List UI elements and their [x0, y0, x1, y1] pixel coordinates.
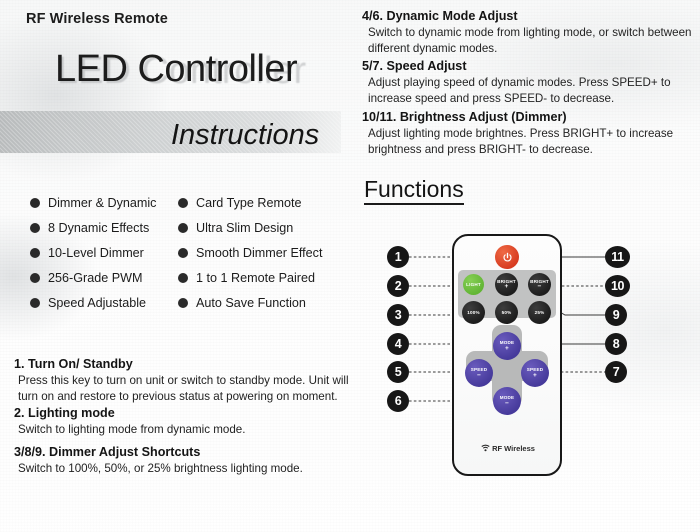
instruction-section-4: 4/6. Dynamic Mode Adjust Switch to dynam…	[362, 9, 692, 57]
minus-sign-icon: −	[477, 371, 481, 379]
feature-label: Dimmer & Dynamic	[48, 195, 157, 210]
callout-7: 7	[605, 361, 627, 383]
feature-item: Smooth Dimmer Effect	[178, 246, 350, 260]
light-button[interactable]: LIGHT	[463, 274, 484, 295]
feature-label: Ultra Slim Design	[196, 220, 294, 235]
instruction-section-6: 10/11. Brightness Adjust (Dimmer) Adjust…	[362, 110, 692, 158]
instruction-section-2: 2. Lighting mode Switch to lighting mode…	[14, 406, 350, 438]
callout-2: 2	[387, 275, 409, 297]
callout-3: 3	[387, 304, 409, 326]
feature-label: Smooth Dimmer Effect	[196, 245, 323, 260]
feature-label: Speed Adjustable	[48, 295, 147, 310]
feature-label: 8 Dynamic Effects	[48, 220, 150, 235]
instruction-heading: 3/8/9. Dimmer Adjust Shortcuts	[14, 445, 201, 459]
callout-11: 11	[605, 246, 630, 268]
callout-9: 9	[605, 304, 627, 326]
instruction-sheet: RF Wireless Remote LED Controller LED Co…	[0, 0, 700, 532]
bullet-dot-icon	[178, 297, 188, 308]
instruction-heading: 10/11. Brightness Adjust (Dimmer)	[362, 110, 567, 124]
plus-sign-icon: +	[504, 283, 509, 291]
instruction-body: Switch to dynamic mode from lighting mod…	[368, 26, 692, 55]
feature-item: 10-Level Dimmer	[30, 246, 178, 260]
rf-wireless-text: RF Wireless	[492, 444, 535, 453]
wifi-icon	[481, 444, 490, 452]
page-subtitle: Instructions	[171, 119, 320, 151]
remote-diagram: LIGHT BRIGHT + BRIGHT − 100% 50% 25% MOD…	[360, 228, 700, 488]
bullet-dot-icon	[178, 197, 188, 208]
feature-label: 1 to 1 Remote Paired	[196, 270, 316, 285]
callout-1: 1	[387, 246, 409, 268]
bullet-dot-icon	[178, 222, 188, 233]
bullet-dot-icon	[178, 247, 188, 258]
feature-item: Card Type Remote	[178, 196, 350, 210]
feature-list: Dimmer & Dynamic Card Type Remote 8 Dyna…	[30, 190, 350, 315]
page-title: LED Controller	[55, 48, 298, 90]
preset-50-button[interactable]: 50%	[495, 301, 518, 324]
bullet-dot-icon	[178, 272, 188, 283]
feature-item: 1 to 1 Remote Paired	[178, 271, 350, 285]
bullet-dot-icon	[30, 222, 40, 233]
feature-item: Speed Adjustable	[30, 296, 178, 310]
instruction-section-3: 3/8/9. Dimmer Adjust Shortcuts Switch to…	[14, 445, 350, 477]
preset-50-label: 50%	[501, 309, 512, 315]
callout-5: 5	[387, 361, 409, 383]
feature-label: Auto Save Function	[196, 295, 306, 310]
bright-plus-button[interactable]: BRIGHT +	[495, 273, 518, 296]
mode-minus-button[interactable]: MODE −	[493, 387, 521, 415]
minus-sign-icon: −	[505, 399, 509, 407]
feature-item: Ultra Slim Design	[178, 221, 350, 235]
instruction-heading: 5/7. Speed Adjust	[362, 59, 467, 73]
preset-25-button[interactable]: 25%	[528, 301, 551, 324]
instruction-body: Adjust playing speed of dynamic modes. P…	[368, 76, 671, 105]
bullet-dot-icon	[30, 297, 40, 308]
instruction-heading: 1. Turn On/ Standby	[14, 357, 133, 371]
bullet-dot-icon	[30, 247, 40, 258]
feature-item: 8 Dynamic Effects	[30, 221, 178, 235]
power-button[interactable]	[495, 245, 519, 269]
callout-6: 6	[387, 390, 409, 412]
feature-label: 10-Level Dimmer	[48, 245, 144, 260]
feature-label: Card Type Remote	[196, 195, 302, 210]
feature-label: 256-Grade PWM	[48, 270, 143, 285]
rf-wireless-label: RF Wireless	[470, 444, 546, 453]
light-label: LIGHT	[466, 281, 481, 287]
callout-8: 8	[605, 333, 627, 355]
preset-100-label: 100%	[467, 309, 480, 315]
speed-plus-button[interactable]: SPEED +	[521, 359, 549, 387]
preset-100-button[interactable]: 100%	[462, 301, 485, 324]
instruction-body: Switch to lighting mode from dynamic mod…	[18, 423, 246, 436]
mode-plus-button[interactable]: MODE +	[493, 332, 521, 360]
bullet-dot-icon	[30, 272, 40, 283]
feature-item: Auto Save Function	[178, 296, 350, 310]
instruction-heading: 2. Lighting mode	[14, 406, 115, 420]
instruction-section-5: 5/7. Speed Adjust Adjust playing speed o…	[362, 59, 692, 107]
instruction-body: Switch to 100%, 50%, or 25% brightness l…	[18, 462, 303, 475]
speed-minus-button[interactable]: SPEED −	[465, 359, 493, 387]
kicker-text: RF Wireless Remote	[26, 11, 168, 27]
instruction-heading: 4/6. Dynamic Mode Adjust	[362, 9, 518, 23]
feature-item: 256-Grade PWM	[30, 271, 178, 285]
functions-heading: Functions	[364, 176, 464, 205]
instruction-section-1: 1. Turn On/ Standby Press this key to tu…	[14, 357, 350, 404]
bullet-dot-icon	[30, 197, 40, 208]
preset-25-label: 25%	[534, 309, 545, 315]
power-icon	[502, 252, 512, 261]
callout-10: 10	[605, 275, 630, 297]
plus-sign-icon: +	[505, 344, 509, 352]
instruction-body: Press this key to turn on unit or switch…	[18, 374, 349, 403]
bright-minus-button[interactable]: BRIGHT −	[528, 273, 551, 296]
instruction-body: Adjust lighting mode brightnes. Press BR…	[368, 127, 674, 156]
feature-item: Dimmer & Dynamic	[30, 196, 178, 210]
plus-sign-icon: +	[533, 371, 537, 379]
minus-sign-icon: −	[537, 283, 542, 291]
callout-4: 4	[387, 333, 409, 355]
